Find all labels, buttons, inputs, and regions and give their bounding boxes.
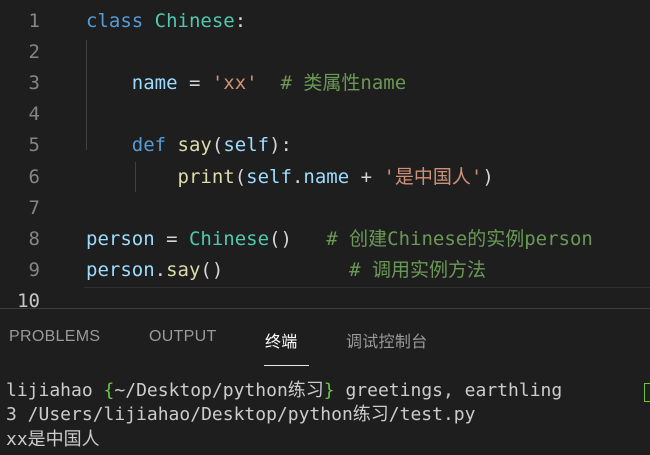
- line-number: 2: [28, 41, 40, 64]
- code-token: ):: [269, 134, 292, 157]
- line-number: 6: [28, 165, 40, 188]
- code-token: =: [154, 227, 189, 250]
- code-line[interactable]: 9 person.say() # 调用实例方法: [0, 255, 650, 286]
- code-line[interactable]: 8 person = Chinese() # 创建Chinese的实例person: [0, 224, 650, 255]
- code-token: say: [166, 258, 201, 281]
- code-token: (: [234, 165, 247, 188]
- code-line[interactable]: 6 print(self.name + '是中国人'): [0, 162, 650, 193]
- code-token: =: [177, 72, 212, 95]
- line-number: 9: [28, 258, 40, 281]
- code-token: '是中国人': [383, 165, 483, 188]
- line-number: 5: [28, 134, 40, 157]
- code-token: name: [303, 165, 350, 188]
- code-token: class: [86, 10, 144, 32]
- code-token: person: [86, 258, 155, 281]
- terminal-cursor: [644, 383, 650, 402]
- code-text: class Chinese:: [86, 6, 246, 37]
- code-token: ): [482, 165, 494, 188]
- code-text: person = Chinese() # 创建Chinese的实例person: [86, 224, 593, 255]
- code-text: def say(self):: [86, 130, 292, 161]
- code-text: name = 'xx' # 类属性name: [86, 68, 406, 99]
- terminal-brace-open: {: [103, 380, 115, 401]
- code-token: def: [86, 134, 167, 157]
- terminal-brace-close: }: [323, 380, 335, 401]
- code-token: :: [234, 10, 247, 32]
- code-token: name: [86, 72, 178, 95]
- code-text: person.say() # 调用实例方法: [86, 255, 486, 286]
- tab-problems[interactable]: PROBLEMS: [9, 328, 100, 350]
- code-token: person: [86, 227, 155, 250]
- terminal-path: ~/Desktop/python练习: [114, 380, 324, 401]
- code-token: self: [223, 134, 270, 157]
- line-number: 8: [28, 227, 40, 250]
- code-token: self: [246, 165, 292, 188]
- code-token: Chinese: [188, 227, 270, 250]
- code-token: (): [200, 258, 224, 281]
- code-line[interactable]: 1 class Chinese:: [0, 6, 650, 37]
- code-token: print: [86, 165, 235, 188]
- code-token: (: [211, 134, 224, 157]
- code-line[interactable]: 2: [0, 37, 650, 68]
- tab-debug-console[interactable]: 调试控制台: [346, 328, 428, 351]
- code-line[interactable]: 4: [0, 99, 650, 130]
- code-token: # 创建Chinese的实例person: [326, 227, 593, 250]
- current-line-highlight: [84, 287, 650, 308]
- terminal-user: lijiahao: [6, 380, 104, 401]
- code-token: .: [154, 258, 167, 281]
- tab-terminal[interactable]: 终端: [265, 328, 298, 351]
- terminal-command-line: 3 /Users/lijiahao/Desktop/python练习/test.…: [6, 404, 476, 425]
- line-number: 1: [28, 10, 40, 32]
- code-token: # 类属性name: [280, 72, 407, 95]
- line-number: 3: [28, 72, 40, 95]
- code-token: Chinese: [154, 10, 235, 32]
- line-number: 7: [28, 196, 40, 219]
- terminal-greeting: greetings, earthling: [334, 380, 574, 401]
- code-editor[interactable]: 1 class Chinese: 2 3 name = 'xx' # 类属性name 4…: [0, 0, 650, 308]
- code-token: # 调用实例方法: [349, 258, 487, 281]
- active-tab-indicator: [264, 365, 309, 366]
- code-line[interactable]: 7: [0, 193, 650, 224]
- code-token: 'xx': [211, 72, 258, 95]
- code-line[interactable]: 5 def say(self):: [0, 130, 650, 161]
- panel-tabs: PROBLEMS OUTPUT 终端 调试控制台: [0, 309, 650, 369]
- tab-output[interactable]: OUTPUT: [149, 328, 217, 350]
- code-text: print(self.name + '是中国人'): [86, 162, 494, 193]
- code-line[interactable]: 3 name = 'xx' # 类属性name: [0, 68, 650, 99]
- code-token: .: [291, 165, 304, 188]
- terminal-output-line: xx是中国人: [6, 429, 100, 450]
- code-token: +: [349, 165, 384, 188]
- code-token: (): [269, 227, 292, 250]
- line-number: 4: [28, 103, 40, 126]
- code-token: say: [177, 134, 212, 157]
- terminal-prompt-line[interactable]: lijiahao {~/Desktop/python练习} greetings,…: [6, 380, 573, 402]
- line-number: 10: [17, 289, 40, 308]
